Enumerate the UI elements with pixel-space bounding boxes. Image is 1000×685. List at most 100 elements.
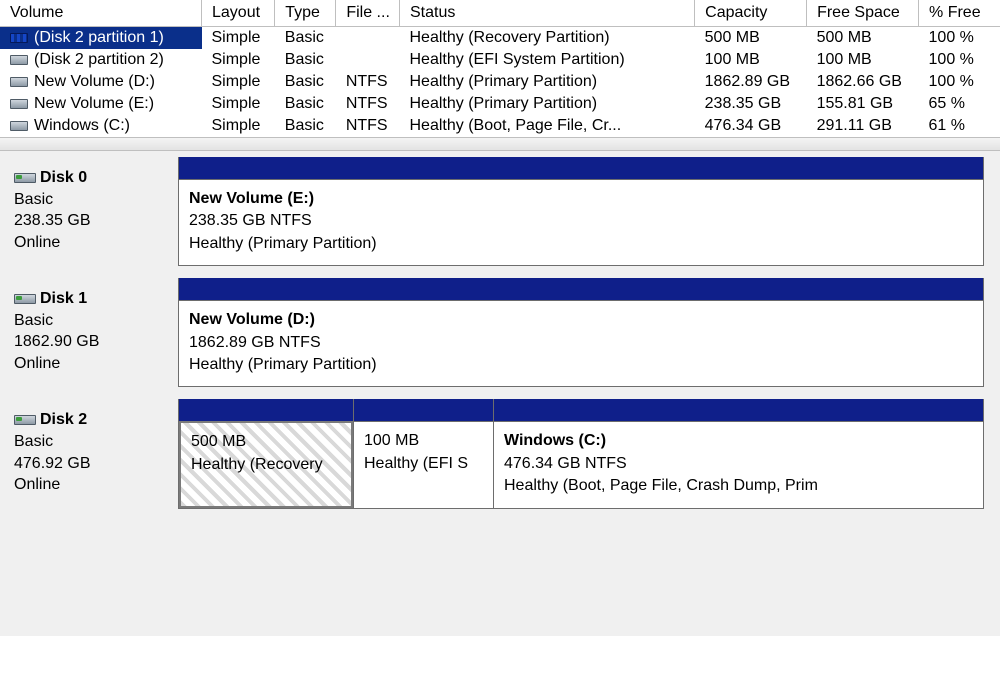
partition-status: Healthy (Primary Partition) — [189, 354, 973, 376]
col-volume[interactable]: Volume — [0, 0, 202, 27]
partition-status: Healthy (Recovery — [191, 454, 341, 476]
volume-cell[interactable]: New Volume (D:) — [0, 71, 202, 93]
volume-icon — [10, 55, 28, 65]
disk-block[interactable]: Disk 2Basic476.92 GBOnline500 MBHealthy … — [0, 393, 1000, 514]
disk-name: Disk 2 — [40, 411, 87, 428]
disk-state: Online — [14, 476, 60, 493]
volume-cell[interactable]: (Disk 2 partition 1) — [0, 27, 202, 49]
volume-cell[interactable]: (Disk 2 partition 2) — [0, 49, 202, 71]
cell-free: 155.81 GB — [807, 93, 919, 115]
partition-size: 500 MB — [191, 431, 341, 453]
cell-capacity: 238.35 GB — [695, 93, 807, 115]
disk-icon — [14, 294, 36, 304]
disk-partitions: New Volume (D:)1862.89 GB NTFSHealthy (P… — [178, 278, 984, 387]
volume-icon — [10, 99, 28, 109]
table-row[interactable]: (Disk 2 partition 1) SimpleBasic Healthy (… — [0, 27, 1000, 50]
volume-name: New Volume (D:) — [34, 73, 155, 91]
cell-free: 100 MB — [807, 49, 919, 71]
volume-name: (Disk 2 partition 1) — [34, 29, 164, 47]
disk-partitions: New Volume (E:)238.35 GB NTFSHealthy (Pr… — [178, 157, 984, 266]
disk-size: 476.92 GB — [14, 455, 91, 472]
partition-body[interactable]: 500 MBHealthy (Recovery — [179, 421, 353, 507]
cell-free: 500 MB — [807, 27, 919, 50]
cell-type: Basic — [275, 71, 336, 93]
table-row[interactable]: New Volume (D:)SimpleBasicNTFSHealthy (P… — [0, 71, 1000, 93]
table-row[interactable]: Windows (C:) SimpleBasicNTFSHealthy (Boot… — [0, 115, 1000, 137]
col-filesystem[interactable]: File ... — [336, 0, 400, 27]
cell-status: Healthy (Primary Partition) — [400, 71, 695, 93]
column-header-row[interactable]: Volume Layout Type File ... Status Capac… — [0, 0, 1000, 27]
cell-layout: Simple — [202, 49, 275, 71]
volume-icon — [10, 77, 28, 87]
disk-graphical-scroll[interactable]: Disk 0Basic238.35 GBOnlineNew Volume (E:… — [0, 151, 1000, 636]
cell-status: Healthy (Recovery Partition) — [400, 27, 695, 50]
table-row[interactable]: New Volume (E:)SimpleBasicNTFSHealthy (P… — [0, 93, 1000, 115]
disk-block[interactable]: Disk 1Basic1862.90 GBOnlineNew Volume (D… — [0, 272, 1000, 393]
cell-layout: Simple — [202, 93, 275, 115]
partition-color-bar — [494, 399, 983, 421]
volume-name: New Volume (E:) — [34, 95, 154, 113]
cell-fs: NTFS — [336, 115, 400, 137]
disk-state: Online — [14, 234, 60, 251]
cell-free: 1862.66 GB — [807, 71, 919, 93]
partition-block[interactable]: New Volume (D:)1862.89 GB NTFSHealthy (P… — [179, 278, 983, 386]
col-pct-free[interactable]: % Free — [919, 0, 1000, 27]
disk-type: Basic — [14, 433, 53, 450]
cell-type: Basic — [275, 115, 336, 137]
disk-label[interactable]: Disk 2 Basic 476.92 GB Online — [10, 399, 170, 508]
cell-fs: NTFS — [336, 71, 400, 93]
partition-body[interactable]: 100 MBHealthy (EFI S — [354, 421, 493, 507]
partition-block[interactable]: Windows (C:)476.34 GB NTFSHealthy (Boot,… — [494, 399, 983, 507]
cell-status: Healthy (Boot, Page File, Cr... — [400, 115, 695, 137]
disk-icon — [14, 173, 36, 183]
cell-pct: 100 % — [919, 49, 1000, 71]
cell-capacity: 1862.89 GB — [695, 71, 807, 93]
disk-state: Online — [14, 355, 60, 372]
cell-capacity: 100 MB — [695, 49, 807, 71]
disk-block[interactable]: Disk 0Basic238.35 GBOnlineNew Volume (E:… — [0, 151, 1000, 272]
volume-cell[interactable]: New Volume (E:) — [0, 93, 202, 115]
partition-title: Windows (C:) — [504, 430, 973, 452]
disk-size: 1862.90 GB — [14, 333, 99, 350]
disk-partitions: 500 MBHealthy (Recovery100 MBHealthy (EF… — [178, 399, 984, 508]
partition-size: 238.35 GB NTFS — [189, 210, 973, 232]
cell-pct: 61 % — [919, 115, 1000, 137]
partition-block[interactable]: New Volume (E:)238.35 GB NTFSHealthy (Pr… — [179, 157, 983, 265]
disk-label[interactable]: Disk 0Basic238.35 GBOnline — [10, 157, 170, 266]
table-row[interactable]: (Disk 2 partition 2)SimpleBasic Healthy (… — [0, 49, 1000, 71]
partition-title: New Volume (E:) — [189, 188, 973, 210]
cell-type: Basic — [275, 93, 336, 115]
volume-name: Windows (C:) — [34, 117, 130, 135]
cell-free: 291.11 GB — [807, 115, 919, 137]
cell-capacity: 500 MB — [695, 27, 807, 50]
cell-capacity: 476.34 GB — [695, 115, 807, 137]
partition-block[interactable]: 100 MBHealthy (EFI S — [354, 399, 494, 507]
cell-type: Basic — [275, 27, 336, 50]
partition-color-bar — [179, 157, 983, 179]
cell-layout: Simple — [202, 27, 275, 50]
col-layout[interactable]: Layout — [202, 0, 275, 27]
partition-status: Healthy (EFI S — [364, 453, 483, 475]
partition-body[interactable]: New Volume (D:)1862.89 GB NTFSHealthy (P… — [179, 300, 983, 386]
cell-status: Healthy (EFI System Partition) — [400, 49, 695, 71]
cell-fs — [336, 49, 400, 71]
pane-splitter[interactable] — [0, 137, 1000, 151]
volume-list[interactable]: Volume Layout Type File ... Status Capac… — [0, 0, 1000, 137]
partition-size: 476.34 GB NTFS — [504, 453, 973, 475]
partition-body[interactable]: Windows (C:)476.34 GB NTFSHealthy (Boot,… — [494, 421, 983, 507]
col-type[interactable]: Type — [275, 0, 336, 27]
disk-label[interactable]: Disk 1Basic1862.90 GBOnline — [10, 278, 170, 387]
cell-layout: Simple — [202, 115, 275, 137]
partition-status: Healthy (Primary Partition) — [189, 233, 973, 255]
cell-pct: 100 % — [919, 27, 1000, 50]
col-free-space[interactable]: Free Space — [807, 0, 919, 27]
cell-type: Basic — [275, 49, 336, 71]
col-capacity[interactable]: Capacity — [695, 0, 807, 27]
col-status[interactable]: Status — [400, 0, 695, 27]
partition-body[interactable]: New Volume (E:)238.35 GB NTFSHealthy (Pr… — [179, 179, 983, 265]
disk-type: Basic — [14, 191, 53, 208]
disk-graphical-pane: Disk 0Basic238.35 GBOnlineNew Volume (E:… — [0, 151, 1000, 636]
volume-cell[interactable]: Windows (C:) — [0, 115, 202, 137]
partition-block[interactable]: 500 MBHealthy (Recovery — [179, 399, 354, 507]
cell-fs — [336, 27, 400, 50]
